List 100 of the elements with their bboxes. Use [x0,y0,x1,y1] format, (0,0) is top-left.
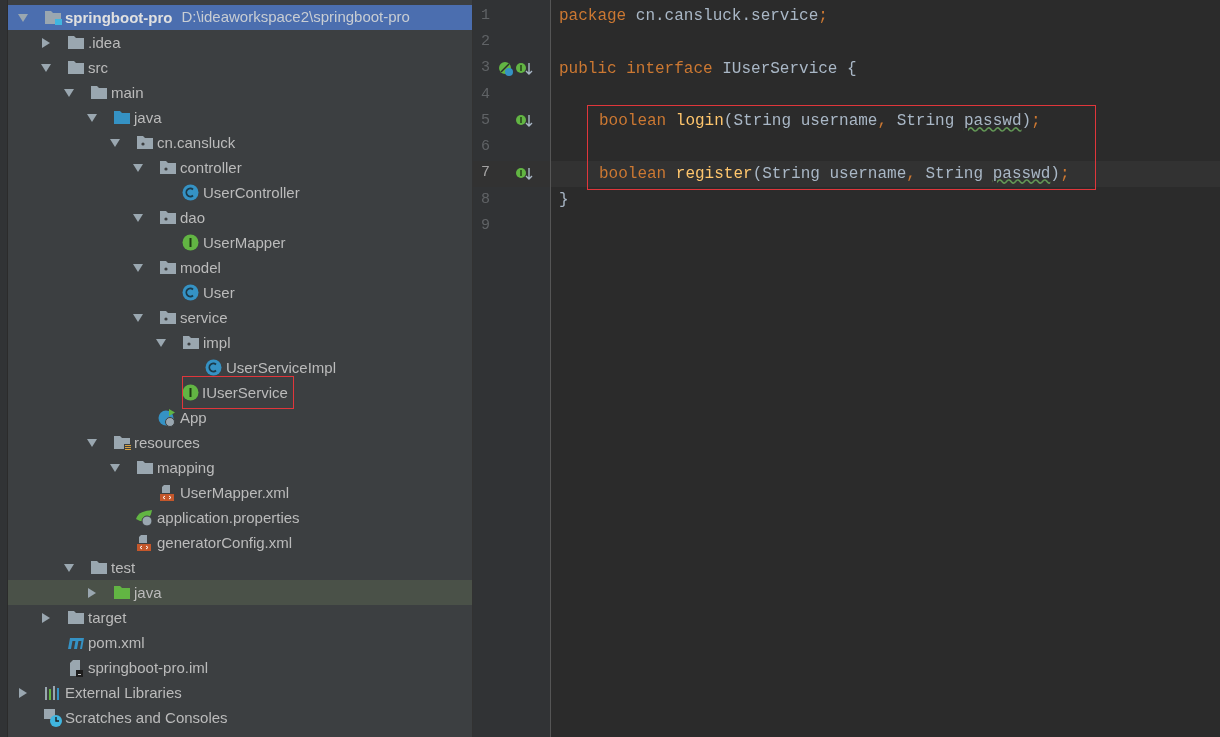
expanded-arrow-icon[interactable] [110,462,120,473]
code-line: boolean login(String username, String passwd); [598,111,1041,133]
tree-row[interactable]: User [8,280,472,305]
tree-row[interactable]: controller [8,155,472,180]
expanded-arrow-icon[interactable] [133,212,143,223]
tree-item-label: java [133,108,163,128]
file-icon [67,658,84,677]
tree-item-label: application.properties [156,508,301,528]
bean-icon[interactable] [498,60,514,77]
tree-row[interactable]: External Libraries [8,680,472,705]
expanded-arrow-icon[interactable] [87,437,97,448]
expanded-arrow-icon[interactable] [87,112,97,123]
folder-icon [181,335,200,350]
folder-icon [158,160,177,175]
tree-row[interactable]: main [8,80,472,105]
class-icon [182,284,199,301]
expanded-arrow-icon[interactable] [133,162,143,173]
tree-item-label: generatorConfig.xml [156,533,294,553]
tree-row[interactable]: generatorConfig.xml [8,530,472,555]
tree-item-label: dao [179,208,207,228]
tree-item-label: model [179,258,222,278]
tree-row[interactable]: java [8,105,472,130]
tree-item-label: cn.cansluck [156,133,237,153]
tree-row[interactable]: Scratches and Consoles [8,705,472,730]
tree-row[interactable]: application.properties [8,505,472,530]
folder-icon [66,610,85,625]
tree-row[interactable]: springboot-pro.iml [8,655,472,680]
tree-item-label: UserServiceImpl [225,358,338,378]
expanded-arrow-icon[interactable] [133,262,143,273]
folder-icon [89,85,108,100]
expanded-arrow-icon[interactable] [41,62,51,73]
tree-item-label: mapping [156,458,216,478]
collapsed-arrow-icon[interactable] [87,587,97,598]
tree-row[interactable]: src [8,55,472,80]
tree-row[interactable]: model [8,255,472,280]
code-line: package cn.cansluck.service; [559,6,828,28]
tree-row[interactable]: App [8,405,472,430]
implemented-arrow-icon[interactable] [515,60,533,77]
tree-item-label: IUserService [183,377,293,408]
tree-item-label: UserMapper [202,233,287,253]
project-path: D:\ideaworkspace2\springboot-pro [181,7,410,28]
tree-row[interactable]: pom.xml [8,630,472,655]
tree-item-label: UserController [202,183,301,203]
tree-row[interactable]: springboot-pro D:\ideaworkspace2\springboot-pro [8,5,472,30]
scratch-clock-icon [42,707,63,728]
collapsed-arrow-icon[interactable] [18,687,28,698]
tree-item-label: springboot-pro.iml [87,658,210,678]
class-run-icon [157,407,178,428]
tree-item-label: controller [179,158,243,178]
expanded-arrow-icon[interactable] [110,137,120,148]
folder-icon [43,10,62,25]
tree-row[interactable]: IUserService [8,380,472,405]
leaf-gear-icon [134,508,155,527]
tree-row[interactable]: UserServiceImpl [8,355,472,380]
class-icon [182,184,199,201]
libraries-icon [43,684,62,701]
collapsed-arrow-icon[interactable] [41,37,51,48]
tree-item-label: impl [202,333,232,353]
tree-row[interactable]: impl [8,330,472,355]
line-number: 7 [480,163,491,184]
tree-item-label: .idea [87,33,122,53]
tree-item-label: Scratches and Consoles [64,708,229,728]
collapsed-arrow-icon[interactable] [41,612,51,623]
tree-item-label: UserMapper.xml [179,483,291,503]
tree-row[interactable]: .idea [8,30,472,55]
tree-row[interactable]: test [8,555,472,580]
expanded-arrow-icon[interactable] [156,337,166,348]
tree-item-label: App [179,408,208,428]
xml-file-icon [158,483,177,502]
implemented-arrow-icon[interactable] [515,165,533,182]
tree-item-label: java [133,583,163,603]
folder-icon [112,110,131,125]
m-letter-icon [66,635,85,650]
interface-icon [182,234,199,251]
code-line: public interface IUserService { [559,58,857,80]
tree-row[interactable]: UserMapper.xml [8,480,472,505]
tree-item-label: target [87,608,128,628]
tree-item-label: springboot-pro [64,8,174,28]
expanded-arrow-icon[interactable] [133,312,143,323]
folder-icon [135,460,154,475]
interface-icon [182,384,199,401]
tree-item-label: main [110,83,145,103]
tree-row[interactable]: mapping [8,455,472,480]
expanded-arrow-icon[interactable] [64,562,74,573]
tree-row[interactable]: dao [8,205,472,230]
tree-row[interactable]: UserController [8,180,472,205]
tree-item-label: External Libraries [64,683,183,703]
tree-row[interactable]: java [8,580,472,605]
code-line: boolean register(String username, String passwd); [598,163,1070,185]
tree-row[interactable]: UserMapper [8,230,472,255]
folder-icon [89,560,108,575]
expanded-arrow-icon[interactable] [64,87,74,98]
tree-row[interactable]: target [8,605,472,630]
tree-row[interactable]: resources [8,430,472,455]
tree-row[interactable]: service [8,305,472,330]
tree-item-label: service [179,308,229,328]
tree-row[interactable]: cn.cansluck [8,130,472,155]
class-icon [205,359,222,376]
tree-item-label: User [202,283,236,303]
tree-item-label: resources [133,433,201,453]
